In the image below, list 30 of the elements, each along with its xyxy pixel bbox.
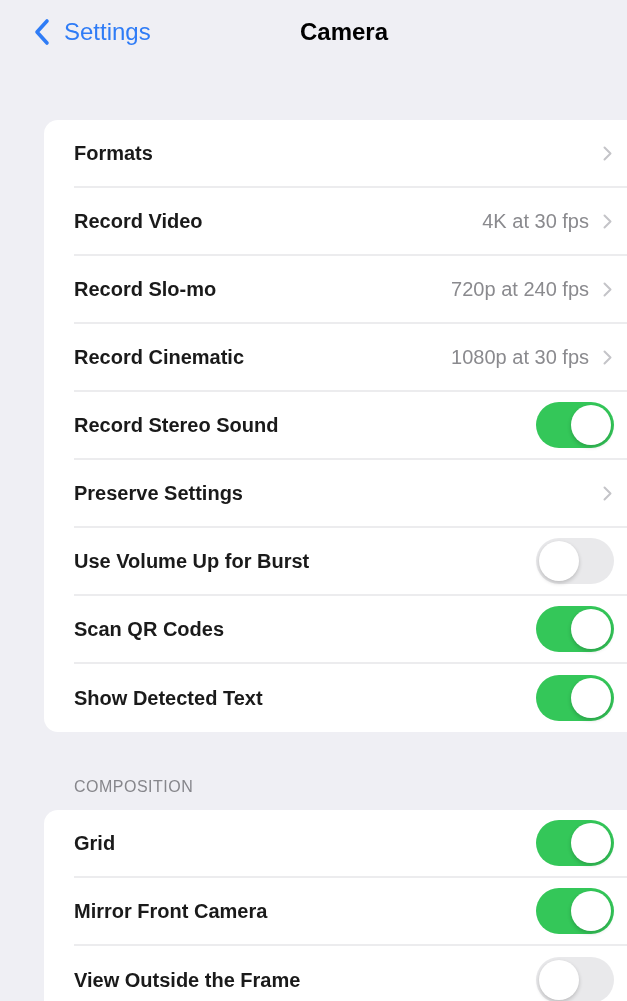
setting-label[interactable]: Preserve Settings bbox=[74, 481, 603, 505]
toggle-switch[interactable] bbox=[536, 606, 614, 652]
toggle-switch[interactable] bbox=[536, 675, 614, 721]
setting-label[interactable]: Mirror Front Camera bbox=[74, 899, 536, 923]
chevron-right-icon[interactable] bbox=[603, 281, 612, 297]
setting-label[interactable]: Grid bbox=[74, 831, 536, 855]
setting-label[interactable]: Record Cinematic bbox=[74, 345, 452, 369]
setting-value: 1080p at 30 fps bbox=[451, 345, 589, 369]
setting-label[interactable]: Record Video bbox=[74, 209, 483, 233]
toggle-switch[interactable] bbox=[536, 820, 614, 866]
chevron-right-icon[interactable] bbox=[603, 485, 612, 501]
back-chevron-icon bbox=[34, 18, 50, 46]
toggle-switch[interactable] bbox=[536, 888, 614, 934]
setting-label[interactable]: View Outside the Frame bbox=[74, 968, 536, 992]
setting-value: 4K at 30 fps bbox=[482, 209, 589, 233]
chevron-right-icon[interactable] bbox=[603, 349, 612, 365]
setting-label[interactable]: Scan QR Codes bbox=[74, 617, 536, 641]
toggle-switch[interactable] bbox=[536, 957, 614, 1001]
section-header: COMPOSITION bbox=[74, 778, 195, 797]
toggle-switch[interactable] bbox=[536, 538, 614, 584]
chevron-right-icon[interactable] bbox=[603, 213, 612, 229]
toggle-switch[interactable] bbox=[536, 402, 614, 448]
setting-label[interactable]: Show Detected Text bbox=[74, 686, 536, 710]
page-title: Camera bbox=[298, 17, 390, 47]
setting-value: 720p at 240 fps bbox=[451, 277, 589, 301]
setting-label[interactable]: Record Slo-mo bbox=[74, 277, 452, 301]
setting-label[interactable]: Use Volume Up for Burst bbox=[74, 549, 536, 573]
setting-label[interactable]: Record Stereo Sound bbox=[74, 413, 536, 437]
chevron-right-icon[interactable] bbox=[603, 145, 612, 161]
setting-label[interactable]: Formats bbox=[74, 141, 603, 165]
